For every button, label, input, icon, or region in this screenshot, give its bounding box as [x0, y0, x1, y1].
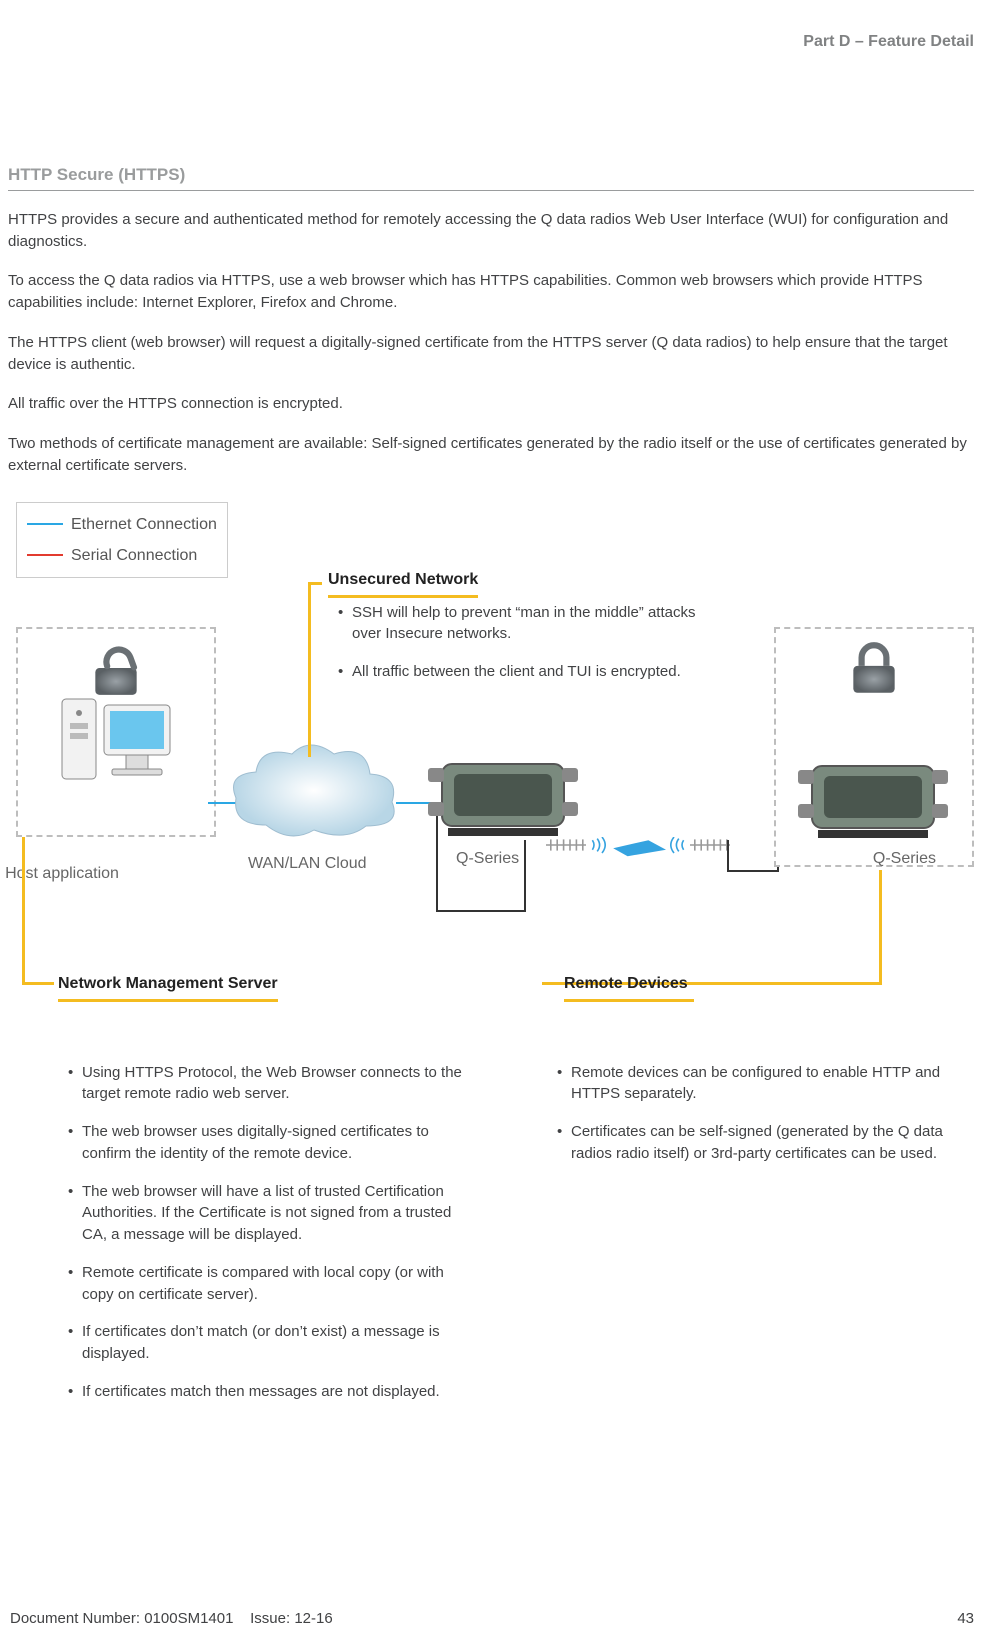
callout-line [542, 870, 882, 985]
bullet: Using HTTPS Protocol, the Web Browser co… [68, 1062, 475, 1106]
bullet: Remote devices can be configured to enab… [557, 1062, 964, 1106]
paragraph: Two methods of certificate management ar… [8, 433, 974, 477]
network-diagram: Ethernet Connection Serial Connection Ho… [8, 502, 974, 1062]
computer-icon [56, 689, 176, 799]
bullet: If certificates match then messages are … [68, 1381, 475, 1403]
connector-line [727, 840, 729, 872]
cloud-label: WAN/LAN Cloud [248, 852, 367, 875]
connector-line [436, 910, 526, 912]
issue-number: Issue: 12-16 [250, 1610, 333, 1627]
bullet: SSH will help to prevent “man in the mid… [338, 602, 708, 646]
section-title: HTTP Secure (HTTPS) [8, 163, 974, 191]
legend-label: Serial Connection [71, 544, 197, 567]
bullet: All traffic between the client and TUI i… [338, 661, 708, 683]
paragraph: The HTTPS client (web browser) will requ… [8, 332, 974, 376]
bullet: Certificates can be self-signed (generat… [557, 1121, 964, 1165]
host-box [16, 627, 216, 837]
legend: Ethernet Connection Serial Connection [16, 502, 228, 578]
page-header: Part D – Feature Detail [8, 30, 974, 53]
remote-bullets: Remote devices can be configured to enab… [557, 1062, 964, 1165]
bullet: The web browser uses digitally-signed ce… [68, 1121, 475, 1165]
bullet: Remote certificate is compared with loca… [68, 1262, 475, 1306]
lock-closed-icon [843, 637, 905, 699]
radio-device-icon [798, 754, 948, 844]
serial-line-icon [27, 554, 63, 556]
paragraph: To access the Q data radios via HTTPS, u… [8, 270, 974, 314]
callout-line [22, 837, 54, 985]
callout-title-unsecured: Unsecured Network [328, 568, 478, 598]
callout-line [308, 582, 322, 757]
callout-title-remote: Remote Devices [564, 972, 694, 1002]
radio-device-icon [428, 752, 578, 842]
page-number: 43 [957, 1608, 974, 1630]
doc-number: Document Number: 0100SM1401 [10, 1610, 233, 1627]
nms-bullets: Using HTTPS Protocol, the Web Browser co… [68, 1062, 475, 1403]
bullet: If certificates don’t match (or don’t ex… [68, 1321, 475, 1365]
callout-title-nms: Network Management Server [58, 972, 278, 1002]
ethernet-line-icon [27, 523, 63, 525]
legend-label: Ethernet Connection [71, 513, 217, 536]
paragraph: All traffic over the HTTPS connection is… [8, 393, 974, 415]
paragraph: HTTPS provides a secure and authenticate… [8, 209, 974, 253]
bullet: The web browser will have a list of trus… [68, 1181, 475, 1246]
q-series-label: Q-Series [456, 847, 519, 870]
page-footer: Document Number: 0100SM1401 Issue: 12-16… [10, 1608, 974, 1630]
unsecured-bullets: SSH will help to prevent “man in the mid… [338, 602, 708, 699]
q-series-label: Q-Series [873, 847, 936, 870]
